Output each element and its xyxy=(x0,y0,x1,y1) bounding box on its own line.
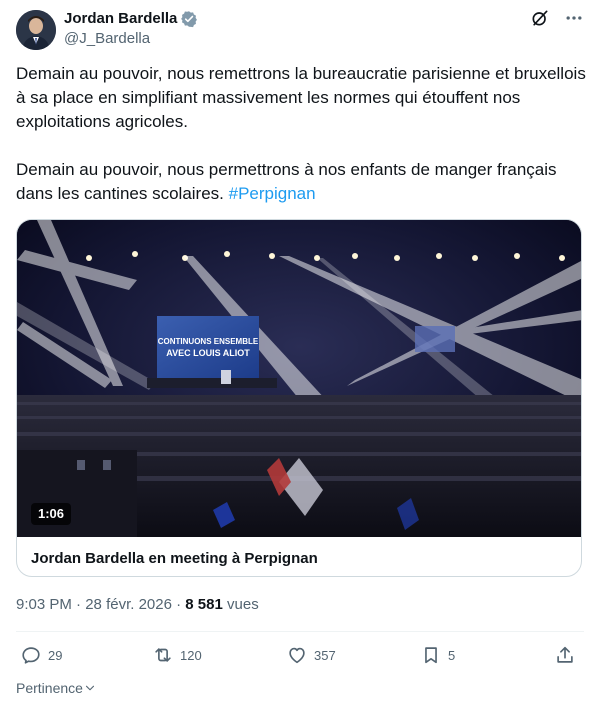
video-duration: 1:06 xyxy=(31,503,72,525)
tweet-header: Jordan Bardella @J_Bardella xyxy=(16,8,584,52)
heart-icon xyxy=(289,647,305,664)
meta-separator-2: · xyxy=(171,596,186,613)
avatar[interactable] xyxy=(16,10,56,50)
bookmark-icon xyxy=(425,647,437,664)
video-card[interactable]: CONTINUONS ENSEMBLE AVEC LOUIS ALIOT 1:0… xyxy=(16,219,582,577)
stage-screen-line2: AVEC LOUIS ALIOT xyxy=(166,348,250,358)
tweet-paragraph-2: Demain au pouvoir, nous permettrons à no… xyxy=(16,158,586,206)
grok-icon[interactable] xyxy=(530,8,550,28)
views-count: 8 581 xyxy=(185,596,223,613)
reply-icon xyxy=(22,647,40,664)
views-label: vues xyxy=(222,596,259,613)
video-thumbnail[interactable]: CONTINUONS ENSEMBLE AVEC LOUIS ALIOT 1:0… xyxy=(17,220,581,537)
action-bar: 29 120 357 5 xyxy=(16,644,584,670)
tweet-time[interactable]: 9:03 PM xyxy=(16,596,72,613)
tweet-text: Demain au pouvoir, nous remettrons la bu… xyxy=(16,62,586,206)
author-handle[interactable]: @J_Bardella xyxy=(64,29,198,49)
header-actions xyxy=(530,8,584,28)
hashtag-link[interactable]: #Perpignan xyxy=(229,184,316,203)
tweet-meta: 9:03 PM · 28 févr. 2026 · 8 581 vues xyxy=(16,595,259,615)
like-button[interactable]: 357 xyxy=(286,644,336,666)
reply-count: 29 xyxy=(48,647,63,663)
verified-badge-icon xyxy=(180,10,198,28)
bookmark-count: 5 xyxy=(448,647,456,663)
tweet-date[interactable]: 28 févr. 2026 xyxy=(85,596,172,613)
divider xyxy=(16,631,584,632)
author-display-name[interactable]: Jordan Bardella xyxy=(64,10,198,28)
like-count: 357 xyxy=(314,647,336,663)
stage-screen-line1: CONTINUONS ENSEMBLE xyxy=(158,337,259,346)
reply-button[interactable]: 29 xyxy=(20,644,62,666)
sort-dropdown[interactable]: Pertinence xyxy=(16,679,96,697)
share-icon xyxy=(557,646,573,663)
share-button[interactable] xyxy=(554,644,576,666)
sort-label: Pertinence xyxy=(16,680,83,696)
video-title[interactable]: Jordan Bardella en meeting à Perpignan xyxy=(31,549,318,569)
repost-count: 120 xyxy=(180,647,202,663)
repost-icon xyxy=(155,648,171,662)
tweet-paragraph-1: Demain au pouvoir, nous remettrons la bu… xyxy=(16,64,586,131)
meta-separator: · xyxy=(71,596,86,613)
bookmark-button[interactable]: 5 xyxy=(420,644,455,666)
author-names: Jordan Bardella @J_Bardella xyxy=(64,10,198,49)
repost-button[interactable]: 120 xyxy=(152,644,202,666)
display-name-text: Jordan Bardella xyxy=(64,10,178,27)
more-icon[interactable] xyxy=(564,8,584,28)
chevron-down-icon xyxy=(85,685,94,691)
